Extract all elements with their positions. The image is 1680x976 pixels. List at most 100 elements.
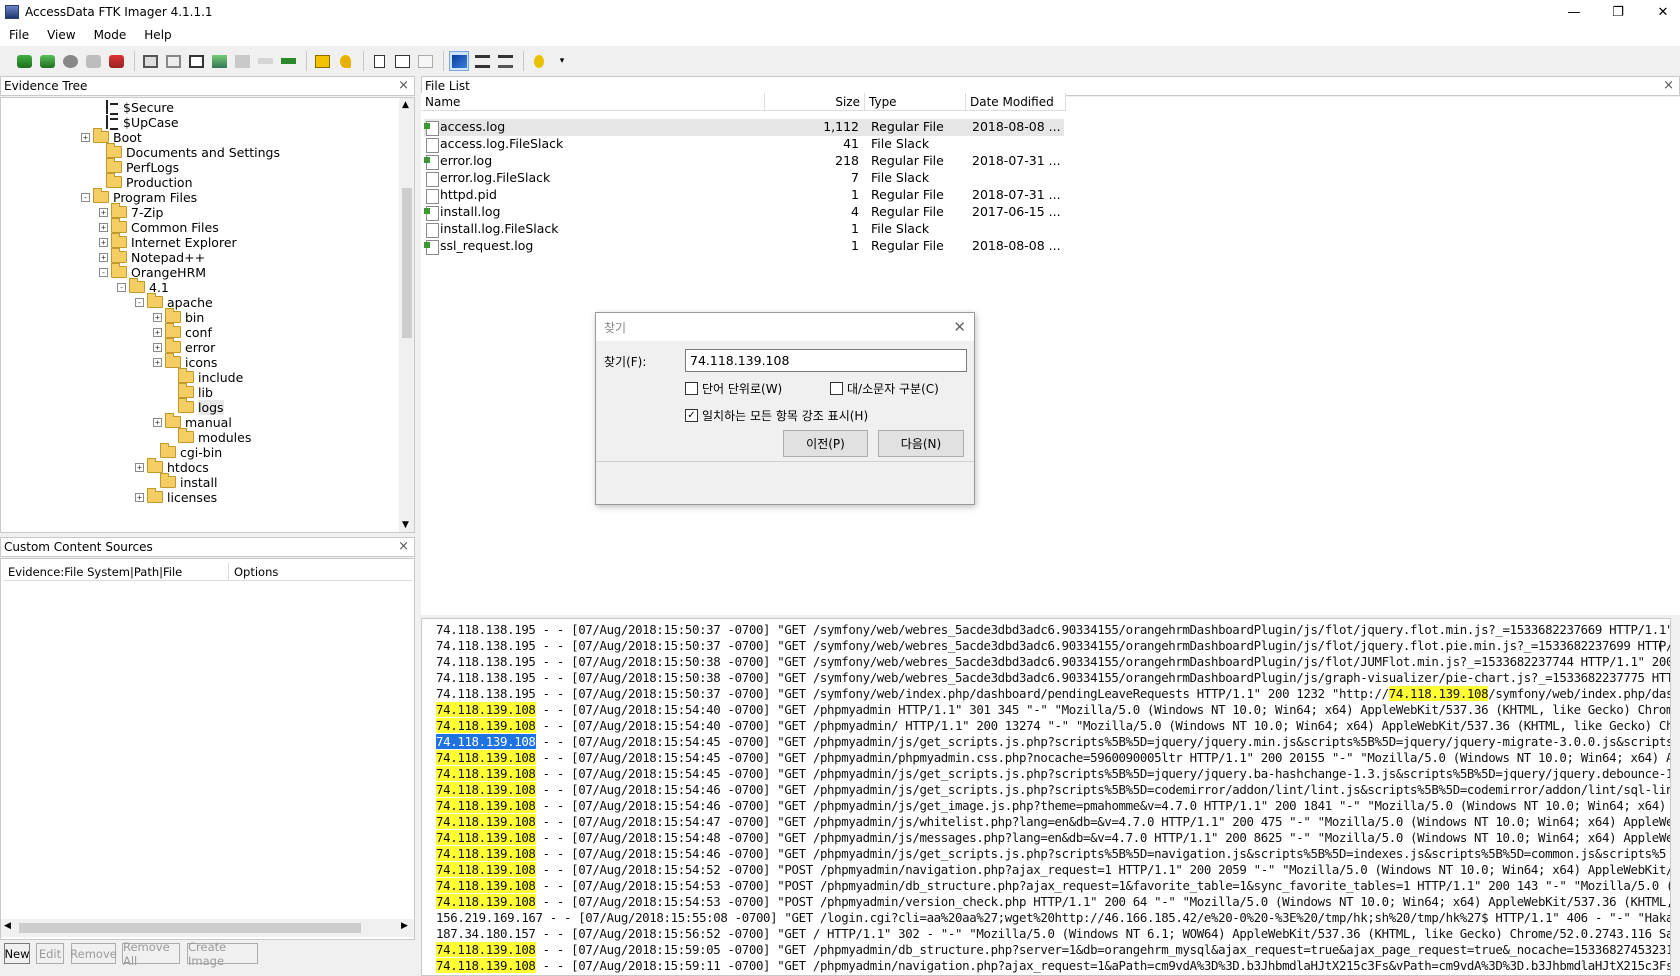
column-name[interactable]: Name xyxy=(421,93,765,111)
file-row[interactable]: error.log.FileSlack 7 File Slack xyxy=(424,170,929,187)
scroll-right-icon[interactable]: ▶ xyxy=(401,921,408,931)
new-button[interactable]: New xyxy=(4,943,30,964)
file-row[interactable]: install.log 4 Regular File 2017-06-15 ... xyxy=(424,204,1061,221)
tree-item[interactable]: + conf xyxy=(153,323,212,340)
tree-item[interactable]: $Secure xyxy=(94,99,174,115)
column-date-modified[interactable]: Date Modified xyxy=(966,93,1066,111)
tree-item[interactable]: + error xyxy=(153,338,215,355)
evidence-tree-close-icon[interactable]: × xyxy=(398,78,409,93)
next-button[interactable]: 다음(N) xyxy=(878,430,964,457)
file-list-close-icon[interactable]: × xyxy=(1663,78,1674,93)
tree-item[interactable]: - Program Files xyxy=(81,188,197,205)
scroll-down-icon[interactable]: ▼ xyxy=(402,520,409,530)
tree-item[interactable]: + bin xyxy=(153,308,204,325)
expand-icon[interactable]: + xyxy=(81,132,90,142)
find-dialog-close-icon[interactable]: ✕ xyxy=(953,318,966,336)
tree-item[interactable]: modules xyxy=(166,428,251,445)
tree-item[interactable]: cgi-bin xyxy=(148,443,222,460)
tree-item[interactable]: Production xyxy=(94,173,193,190)
file-row[interactable]: ssl_request.log 1 Regular File 2018-08-08 .… xyxy=(424,238,1061,255)
expand-icon[interactable]: + xyxy=(153,327,162,337)
tree-item[interactable]: -4.1 xyxy=(117,278,169,295)
hex-view-button[interactable] xyxy=(495,51,515,71)
tree-item[interactable]: lib xyxy=(166,383,213,400)
image-mounting-button[interactable] xyxy=(60,51,80,71)
file-content-viewer[interactable]: 74.118.138.195 - - [07/Aug/2018:15:50:37… xyxy=(421,618,1671,976)
create-disk-image-button[interactable] xyxy=(140,51,160,71)
menu-view[interactable]: View xyxy=(38,28,84,42)
expand-icon[interactable]: + xyxy=(99,237,108,247)
scroll-up-icon[interactable]: ▲ xyxy=(402,100,409,110)
remove-all-evidence-button[interactable] xyxy=(106,51,126,71)
match-case-checkbox[interactable]: 대/소문자 구분(C) xyxy=(830,380,939,397)
whole-word-box[interactable] xyxy=(685,382,698,395)
evidence-tree-scrollbar[interactable]: ▲ ▼ xyxy=(399,98,414,532)
tree-item[interactable]: +7-Zip xyxy=(99,203,163,220)
scroll-left-icon[interactable]: ◀ xyxy=(4,921,11,931)
toolbar-overflow-button[interactable]: ▾ xyxy=(552,51,572,71)
expand-icon[interactable]: + xyxy=(99,222,108,232)
expand-icon[interactable]: + xyxy=(153,417,162,427)
view-pages-button[interactable] xyxy=(392,51,412,71)
view-page-button[interactable] xyxy=(369,51,389,71)
expand-icon[interactable]: + xyxy=(153,312,162,322)
create-image-button[interactable]: Create Image xyxy=(187,940,258,968)
file-row[interactable]: error.log 218 Regular File 2018-07-31 ... xyxy=(424,153,1061,170)
whole-word-checkbox[interactable]: 단어 단위로(W) xyxy=(685,380,782,397)
file-row[interactable]: httpd.pid 1 Regular File 2018-07-31 ... xyxy=(424,187,1061,204)
tree-item[interactable]: $UpCase xyxy=(94,114,179,130)
column-evidence[interactable]: Evidence:File System|Path|File xyxy=(8,565,182,579)
tree-item[interactable]: - OrangeHRM xyxy=(99,263,206,280)
add-evidence-button[interactable] xyxy=(14,51,34,71)
collapse-icon[interactable]: - xyxy=(135,297,144,307)
add-all-evidence-button[interactable] xyxy=(37,51,57,71)
auto-view-button[interactable] xyxy=(449,51,469,71)
close-button[interactable]: ✕ xyxy=(1640,0,1680,24)
remove-all-button[interactable]: Remove All xyxy=(122,940,180,968)
restore-button[interactable]: ❐ xyxy=(1595,0,1641,24)
expand-icon[interactable]: + xyxy=(99,252,108,262)
view-list-button[interactable] xyxy=(415,51,435,71)
export-hash-button[interactable] xyxy=(232,51,252,71)
hscroll-thumb[interactable] xyxy=(19,923,361,933)
expand-icon[interactable]: + xyxy=(99,207,108,217)
viewer-scroll-up-icon[interactable]: ( xyxy=(1658,639,1663,653)
obtain-protected-files-button[interactable] xyxy=(255,51,275,71)
custom-content-hscrollbar[interactable]: ◀ ▶ xyxy=(1,919,414,937)
expand-icon[interactable]: + xyxy=(135,492,144,502)
menu-mode[interactable]: Mode xyxy=(85,28,136,42)
column-size[interactable]: Size xyxy=(765,93,865,111)
menu-file[interactable]: File xyxy=(0,28,38,42)
collapse-icon[interactable]: - xyxy=(81,192,90,202)
text-view-button[interactable] xyxy=(472,51,492,71)
copy-button[interactable] xyxy=(312,51,332,71)
menu-help[interactable]: Help xyxy=(135,28,180,42)
expand-icon[interactable]: + xyxy=(153,357,162,367)
column-type[interactable]: Type xyxy=(865,93,966,111)
help-button[interactable] xyxy=(529,51,549,71)
file-row[interactable]: install.log.FileSlack 1 File Slack xyxy=(424,221,929,238)
edit-button[interactable]: Edit xyxy=(36,943,64,964)
match-case-box[interactable] xyxy=(830,382,843,395)
evidence-tree-scroll-thumb[interactable] xyxy=(402,188,412,338)
column-options[interactable]: Options xyxy=(234,565,278,579)
collapse-icon[interactable]: - xyxy=(117,282,126,292)
expand-icon[interactable]: + xyxy=(135,462,144,472)
tree-item[interactable]: + licenses xyxy=(135,488,217,505)
tree-item[interactable]: Documents and Settings xyxy=(94,143,280,160)
collapse-icon[interactable]: - xyxy=(99,267,108,277)
remove-button[interactable]: Remove xyxy=(70,943,117,964)
export-disk-image-button[interactable] xyxy=(163,51,183,71)
find-input[interactable]: 74.118.139.108 xyxy=(685,349,967,372)
highlight-all-checkbox[interactable]: ✓ 일치하는 모든 항목 강조 표시(H) xyxy=(685,407,868,424)
tree-item[interactable]: logs xyxy=(166,398,224,415)
tree-item[interactable]: + htdocs xyxy=(135,458,209,475)
find-button[interactable] xyxy=(335,51,355,71)
previous-button[interactable]: 이전(P) xyxy=(783,430,868,457)
highlight-all-box[interactable]: ✓ xyxy=(685,409,698,422)
minimize-button[interactable]: — xyxy=(1551,0,1597,24)
remove-evidence-button[interactable] xyxy=(83,51,103,71)
custom-content-close-icon[interactable]: × xyxy=(398,539,409,554)
capture-memory-button[interactable] xyxy=(186,51,206,71)
export-files-button[interactable] xyxy=(209,51,229,71)
